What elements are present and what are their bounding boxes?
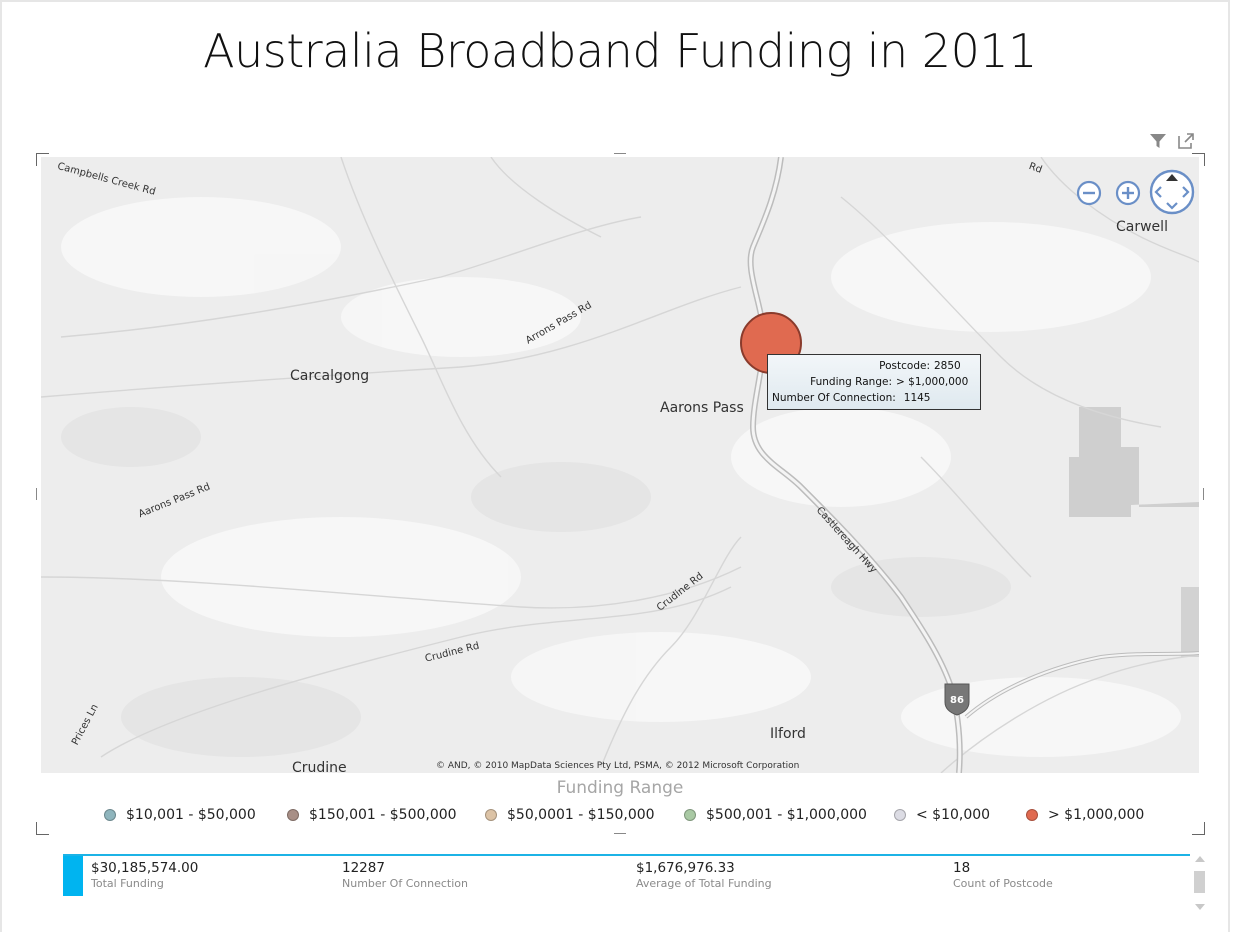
place-carwell: Carwell xyxy=(1116,219,1168,235)
legend-swatch xyxy=(1026,809,1038,821)
frame-handle-left[interactable] xyxy=(36,488,37,500)
zoom-in-icon[interactable] xyxy=(1115,180,1141,206)
legend-label: $500,001 - $1,000,000 xyxy=(706,807,867,823)
metric-value: $30,185,574.00 xyxy=(91,860,199,876)
legend-label: < $10,000 xyxy=(916,807,991,823)
map-terrain: 86 xyxy=(41,157,1199,773)
metric-value: $1,676,976.33 xyxy=(636,860,735,876)
legend-label: > $1,000,000 xyxy=(1048,807,1145,823)
metric-number-of-connection: 12287 Number Of Connection xyxy=(342,860,468,890)
legend-swatch xyxy=(894,809,906,821)
tooltip-connection-value: 1145 xyxy=(903,392,931,404)
scroll-thumb[interactable] xyxy=(1194,871,1205,893)
tooltip-connection-label: Number Of Connection: xyxy=(772,392,896,404)
place-ilford: Ilford xyxy=(770,726,806,742)
frame-corner-bottom-left[interactable] xyxy=(36,822,49,835)
bubble-tooltip: Postcode: 2850 Funding Range: > $1,000,0… xyxy=(767,354,981,410)
filter-icon[interactable] xyxy=(1148,131,1168,151)
scroll-up-icon[interactable] xyxy=(1195,856,1205,862)
frame-handle-top[interactable] xyxy=(614,153,626,154)
metric-label: Number Of Connection xyxy=(342,877,468,890)
zoom-out-icon[interactable] xyxy=(1076,180,1102,206)
place-crudine: Crudine xyxy=(292,760,347,773)
legend-swatch xyxy=(485,809,497,821)
metric-value: 12287 xyxy=(342,860,385,876)
legend-item-500k-1m[interactable]: $500,001 - $1,000,000 xyxy=(684,807,867,823)
legend-item-over-1m[interactable]: > $1,000,000 xyxy=(1026,807,1144,823)
place-aarons-pass: Aarons Pass xyxy=(660,400,744,416)
metric-label: Total Funding xyxy=(91,877,164,890)
canvas-border-top xyxy=(0,0,1230,2)
legend-item-50k-150k[interactable]: $50,0001 - $150,000 xyxy=(485,807,655,823)
legend-swatch xyxy=(104,809,116,821)
legend-label: $10,001 - $50,000 xyxy=(126,807,256,823)
legend-swatch xyxy=(684,809,696,821)
metric-value: 18 xyxy=(953,860,971,876)
tooltip-range-value: > $1,000,000 xyxy=(896,376,969,388)
frame-handle-bottom[interactable] xyxy=(614,833,626,834)
metric-count-of-postcode: 18 Count of Postcode xyxy=(953,860,1053,890)
frame-handle-right[interactable] xyxy=(1203,488,1204,500)
report-title: Australia Broadband Funding in 2011 xyxy=(203,24,1037,78)
legend-label: $50,0001 - $150,000 xyxy=(507,807,655,823)
pop-out-icon[interactable] xyxy=(1176,131,1196,151)
place-carcalgong: Carcalgong xyxy=(290,368,370,384)
scroll-down-icon[interactable] xyxy=(1195,904,1205,910)
legend-swatch xyxy=(287,809,299,821)
map-view[interactable]: 86 Carcalgong Aarons Pass Carwell Ilford… xyxy=(41,157,1199,773)
tooltip-postcode-value: 2850 xyxy=(934,360,961,372)
metric-label: Count of Postcode xyxy=(953,877,1053,890)
legend-item-150k-500k[interactable]: $150,001 - $500,000 xyxy=(287,807,457,823)
pan-navigator-icon[interactable] xyxy=(1148,168,1196,216)
metric-average-funding: $1,676,976.33 Average of Total Funding xyxy=(636,860,772,890)
metric-total-funding: $30,185,574.00 Total Funding xyxy=(91,860,198,890)
visual-toolbar xyxy=(1148,131,1196,151)
legend-item-10k-50k[interactable]: $10,001 - $50,000 xyxy=(104,807,256,823)
tooltip-range-label: Funding Range: xyxy=(810,376,892,388)
tooltip-postcode-label: Postcode: xyxy=(879,360,930,372)
map-copyright: © AND, © 2010 MapData Sciences Pty Ltd, … xyxy=(436,761,800,771)
card-scrollbar[interactable] xyxy=(1193,854,1207,912)
legend-item-under-10k[interactable]: < $10,000 xyxy=(894,807,990,823)
frame-corner-bottom-right[interactable] xyxy=(1192,822,1205,835)
legend-title: Funding Range xyxy=(556,778,684,798)
metric-label: Average of Total Funding xyxy=(636,877,772,890)
summary-card[interactable]: $30,185,574.00 Total Funding 12287 Numbe… xyxy=(63,854,1190,898)
card-accent-bar xyxy=(63,856,83,896)
legend-label: $150,001 - $500,000 xyxy=(309,807,457,823)
highway-shield: 86 xyxy=(950,695,964,706)
